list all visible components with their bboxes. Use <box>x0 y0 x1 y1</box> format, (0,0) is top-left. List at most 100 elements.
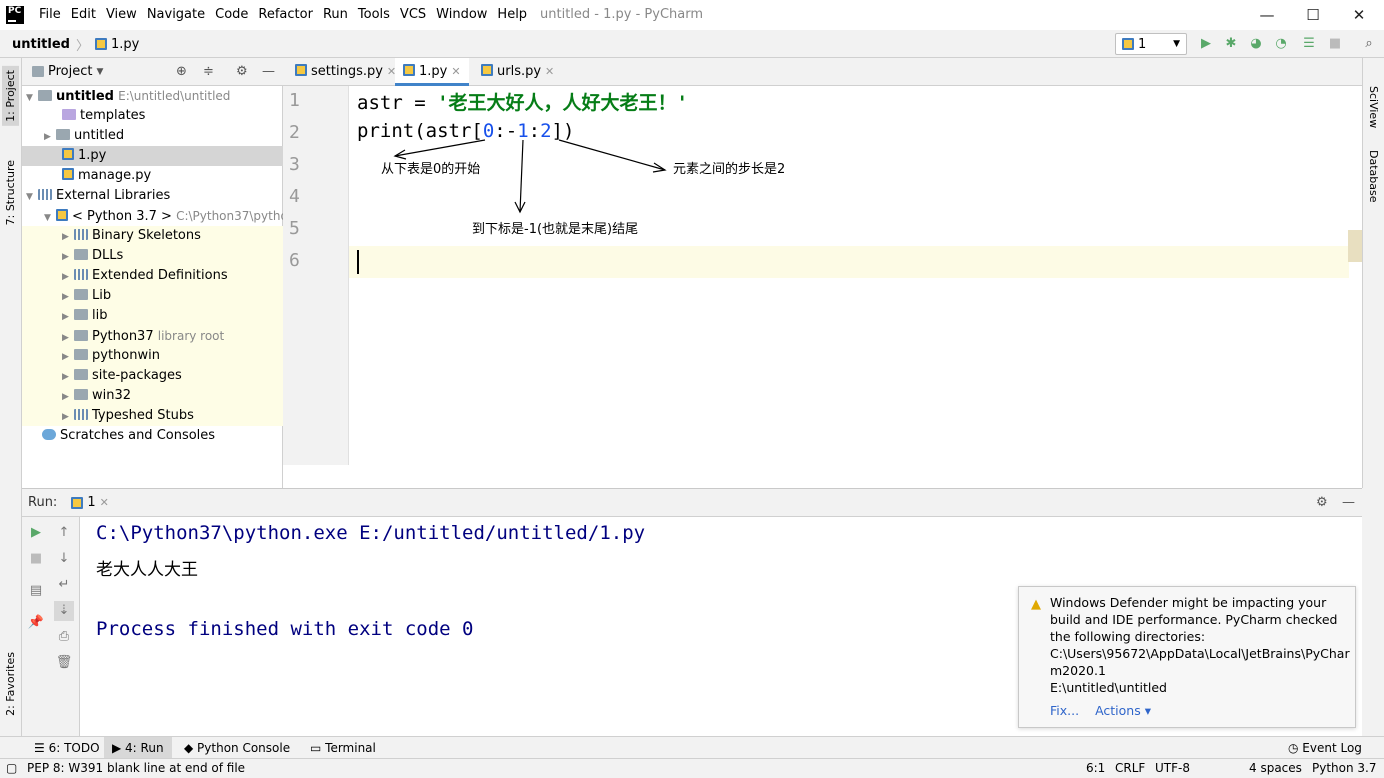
tree-item-site-packages[interactable]: ▶ site-packages <box>22 366 283 386</box>
line-separator[interactable]: CRLF <box>1115 759 1145 778</box>
tab-settings-py[interactable]: settings.py ✕ <box>287 58 404 86</box>
tree-item-pythonwin[interactable]: ▶ pythonwin <box>22 346 283 366</box>
close-tab-icon[interactable]: ✕ <box>451 65 460 78</box>
breadcrumb-project[interactable]: untitled <box>12 37 70 52</box>
project-tool-tab[interactable]: 1: Project <box>2 66 19 126</box>
menu-window[interactable]: Window <box>431 0 492 30</box>
scroll-to-end-icon[interactable]: ⇣ <box>54 601 74 621</box>
code-area[interactable]: astr = '老王大好人，人好大老王！' print(astr[0:-1:2]… <box>349 86 1362 465</box>
collapsed-arrow-icon[interactable]: ▶ <box>44 127 56 146</box>
run-configuration-select[interactable]: 1 ▼ <box>1115 33 1187 55</box>
tree-item-lib[interactable]: ▶ lib <box>22 306 283 326</box>
trash-icon[interactable]: 🗑 <box>54 653 74 673</box>
tree-item-Lib[interactable]: ▶ Lib <box>22 286 283 306</box>
rerun-icon[interactable]: ▶ <box>26 523 46 543</box>
status-toggle-icon[interactable]: ▢ <box>6 759 17 778</box>
collapse-all-icon[interactable]: ≑ <box>203 64 214 79</box>
coverage-icon[interactable]: ◕ <box>1247 35 1265 53</box>
search-icon[interactable]: ⌕ <box>1360 35 1378 53</box>
database-tool-tab[interactable]: Database <box>1367 150 1380 203</box>
pin-icon[interactable]: 📌 <box>26 613 46 633</box>
tab-1-py[interactable]: 1.py ✕ <box>395 58 469 86</box>
profile-icon[interactable]: ◔ <box>1272 35 1290 53</box>
maximize-button[interactable]: ☐ <box>1290 0 1336 30</box>
concurrency-icon[interactable]: ☰ <box>1300 35 1318 53</box>
file-encoding[interactable]: UTF-8 <box>1155 759 1190 778</box>
python-console-tab[interactable]: ◆ Python Console <box>176 737 298 759</box>
tree-item-manage-py[interactable]: manage.py <box>22 166 283 186</box>
locate-icon[interactable]: ⊕ <box>176 64 187 79</box>
gear-icon[interactable]: ⚙ <box>236 64 248 79</box>
menu-tools[interactable]: Tools <box>353 0 395 30</box>
menu-code[interactable]: Code <box>210 0 253 30</box>
tree-item-project-root[interactable]: ▼ untitled E:\untitled\untitled <box>22 86 283 106</box>
tab-urls-py[interactable]: urls.py ✕ <box>473 58 562 86</box>
menu-vcs[interactable]: VCS <box>395 0 431 30</box>
debug-icon[interactable]: ✱ <box>1222 35 1240 53</box>
tree-item-external-libraries[interactable]: ▼ External Libraries <box>22 186 283 206</box>
tree-item-python37[interactable]: ▶ Python37 library root <box>22 326 283 346</box>
tree-item-extended-definitions[interactable]: ▶ Extended Definitions <box>22 266 283 286</box>
menu-edit[interactable]: Edit <box>66 0 101 30</box>
actions-dropdown[interactable]: Actions ▾ <box>1095 703 1151 718</box>
run-tab[interactable]: ▶ 4: Run <box>104 737 172 759</box>
collapsed-arrow-icon[interactable]: ▶ <box>62 387 74 406</box>
print-icon[interactable]: ⎙ <box>54 627 74 647</box>
tree-item-1py[interactable]: 1.py <box>22 146 283 166</box>
close-tab-icon[interactable]: ✕ <box>545 65 554 78</box>
tree-item-binary-skeletons[interactable]: ▶ Binary Skeletons <box>22 226 283 246</box>
indent-setting[interactable]: 4 spaces <box>1249 759 1302 778</box>
event-log-tab[interactable]: ◷ Event Log <box>1280 737 1370 759</box>
layout-icon[interactable]: ▤ <box>26 581 46 601</box>
expanded-arrow-icon[interactable]: ▼ <box>26 187 38 206</box>
tree-item-dlls[interactable]: ▶ DLLs <box>22 246 283 266</box>
soft-wrap-icon[interactable]: ↵ <box>54 575 74 595</box>
collapsed-arrow-icon[interactable]: ▶ <box>62 328 74 346</box>
tree-item-typeshed-stubs[interactable]: ▶ Typeshed Stubs <box>22 406 283 426</box>
scrollbar-marker[interactable] <box>1348 230 1362 262</box>
todo-tab[interactable]: ☰ 6: TODO <box>26 737 108 759</box>
run-icon[interactable]: ▶ <box>1197 35 1215 53</box>
fix-link[interactable]: Fix... <box>1050 703 1079 718</box>
close-tab-icon[interactable]: ✕ <box>100 496 109 509</box>
stop-icon[interactable]: ■ <box>26 549 46 569</box>
close-window-button[interactable]: ✕ <box>1336 0 1382 30</box>
up-arrow-icon[interactable]: ↑ <box>54 523 74 543</box>
menu-help[interactable]: Help <box>492 0 532 30</box>
sciview-tool-tab[interactable]: SciView <box>1367 86 1380 128</box>
collapsed-arrow-icon[interactable]: ▶ <box>62 347 74 366</box>
collapsed-arrow-icon[interactable]: ▶ <box>62 307 74 326</box>
menu-file[interactable]: File <box>34 0 66 30</box>
menu-run[interactable]: Run <box>318 0 353 30</box>
stop-icon[interactable]: ■ <box>1326 35 1344 53</box>
chevron-down-icon[interactable]: ▼ <box>96 67 103 77</box>
expanded-arrow-icon[interactable]: ▼ <box>44 208 56 226</box>
run-tab-label[interactable]: 1 <box>87 495 95 510</box>
menu-navigate[interactable]: Navigate <box>142 0 210 30</box>
terminal-tab[interactable]: ▭ Terminal <box>302 737 384 759</box>
tree-item-scratches[interactable]: Scratches and Consoles <box>22 426 283 446</box>
favorites-tool-tab[interactable]: 2: Favorites <box>2 648 19 720</box>
tree-item-win32[interactable]: ▶ win32 <box>22 386 283 406</box>
collapsed-arrow-icon[interactable]: ▶ <box>62 247 74 266</box>
down-arrow-icon[interactable]: ↓ <box>54 549 74 569</box>
structure-tool-tab[interactable]: 7: Structure <box>2 156 19 229</box>
hide-panel-icon[interactable]: — <box>262 64 275 79</box>
interpreter[interactable]: Python 3.7 <box>1312 759 1377 778</box>
collapsed-arrow-icon[interactable]: ▶ <box>62 367 74 386</box>
collapsed-arrow-icon[interactable]: ▶ <box>62 407 74 426</box>
minimize-button[interactable]: — <box>1244 0 1290 30</box>
expanded-arrow-icon[interactable]: ▼ <box>26 88 38 106</box>
gear-icon[interactable]: ⚙ <box>1316 495 1328 510</box>
tree-item-python-sdk[interactable]: ▼ < Python 3.7 > C:\Python37\python <box>22 206 283 226</box>
tree-item-templates[interactable]: templates <box>22 106 283 126</box>
hide-panel-icon[interactable]: — <box>1342 495 1355 510</box>
breadcrumb-file[interactable]: 1.py <box>111 37 139 52</box>
tree-item-untitled-package[interactable]: ▶ untitled <box>22 126 283 146</box>
menu-view[interactable]: View <box>101 0 142 30</box>
menu-refactor[interactable]: Refactor <box>253 0 318 30</box>
collapsed-arrow-icon[interactable]: ▶ <box>62 287 74 306</box>
collapsed-arrow-icon[interactable]: ▶ <box>62 227 74 246</box>
collapsed-arrow-icon[interactable]: ▶ <box>62 267 74 286</box>
project-view-label[interactable]: Project <box>48 64 92 79</box>
